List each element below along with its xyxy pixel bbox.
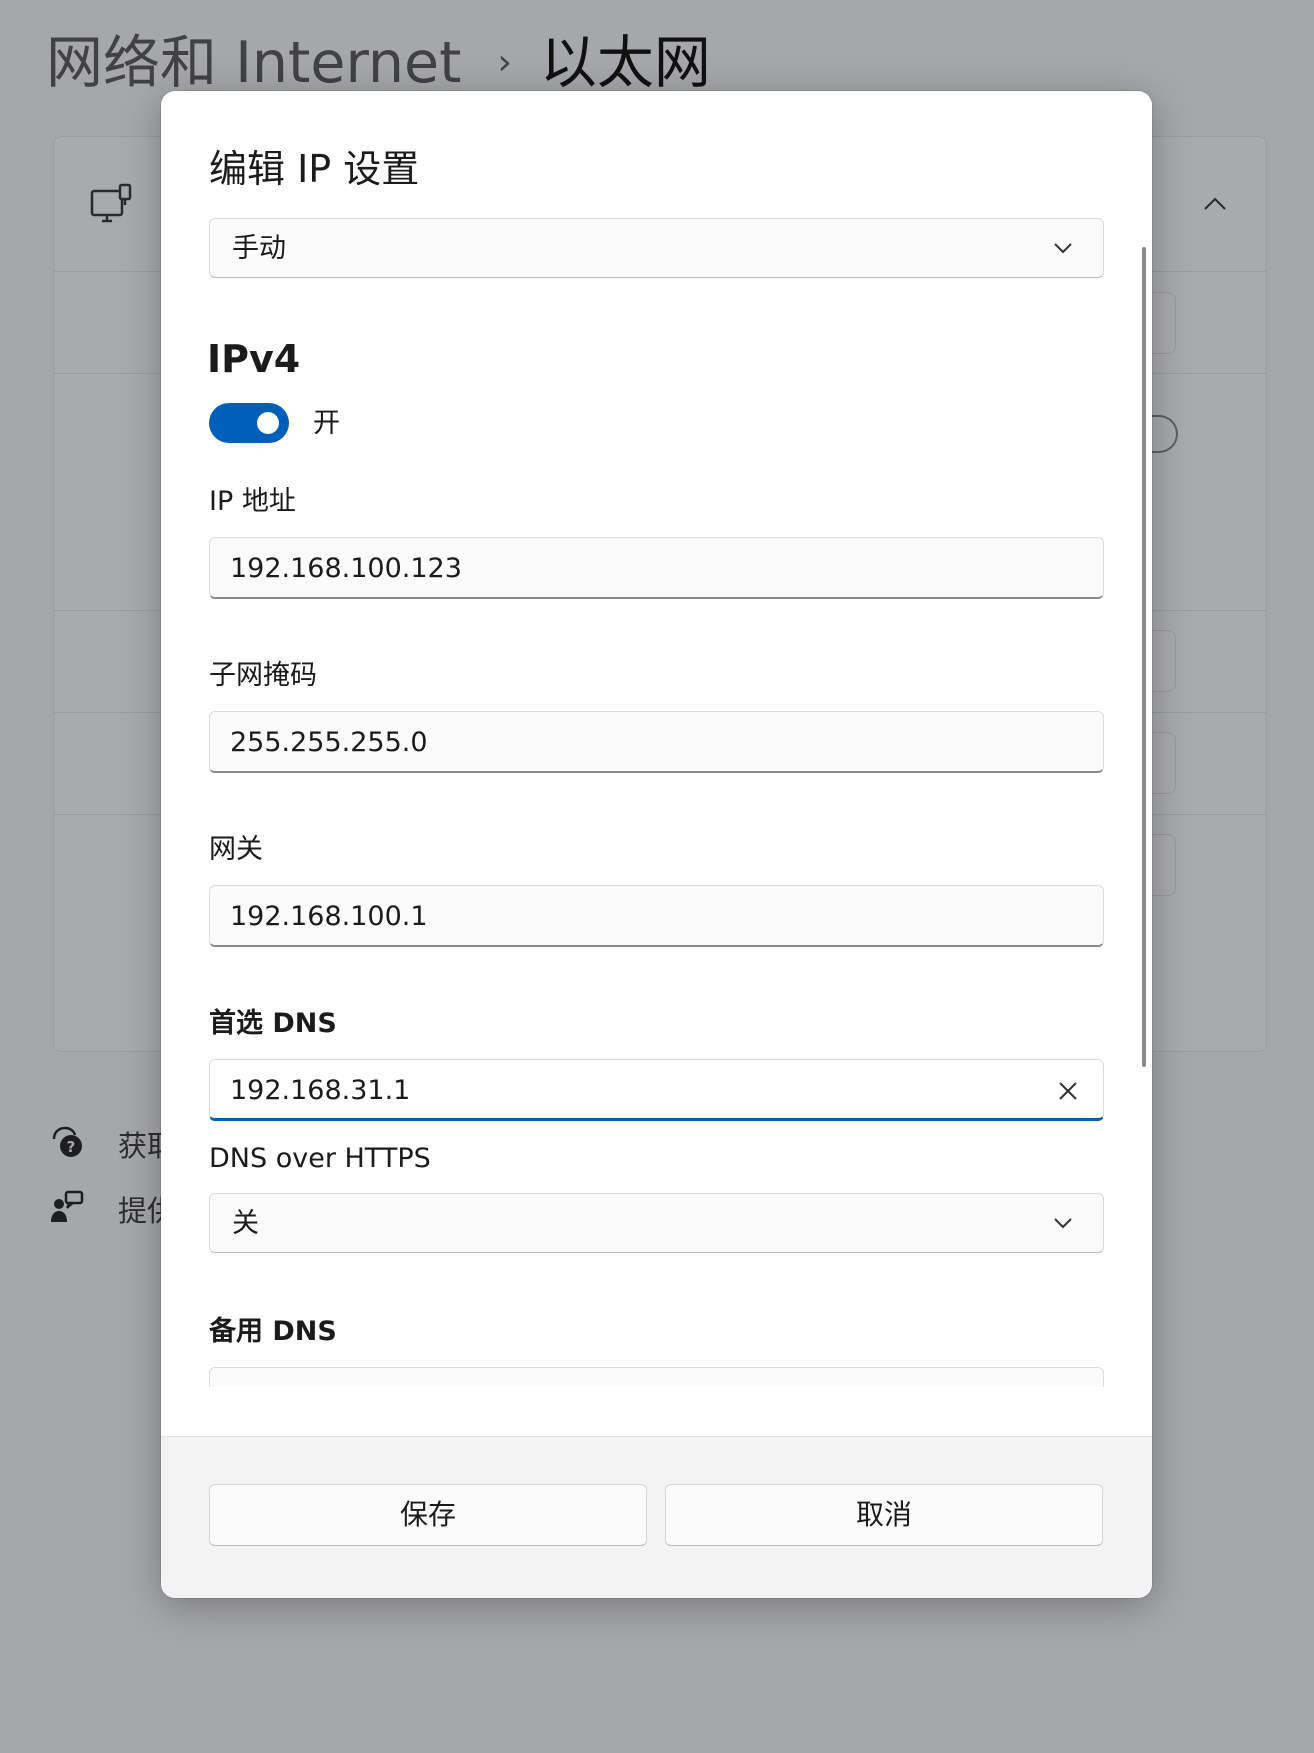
dropdown-value: 关 — [232, 1208, 259, 1239]
gateway-label: 网关 — [209, 834, 263, 865]
chevron-down-icon — [1054, 1218, 1072, 1229]
gateway-value: 192.168.100.1 — [230, 901, 428, 932]
preferred-dns-input[interactable]: 192.168.31.1 — [209, 1059, 1104, 1121]
subnet-mask-value: 255.255.255.0 — [230, 727, 428, 758]
preferred-dns-value: 192.168.31.1 — [230, 1075, 411, 1106]
ipv4-toggle-label: 开 — [313, 408, 340, 439]
preferred-dns-label: 首选 DNS — [209, 1008, 337, 1039]
ethernet-monitor-icon — [90, 183, 132, 223]
dialog-title: 编辑 IP 设置 — [209, 147, 420, 191]
dns-over-https-dropdown[interactable]: 关 — [209, 1193, 1104, 1253]
ipv4-section-title: IPv4 — [207, 337, 301, 381]
gateway-input[interactable]: 192.168.100.1 — [209, 885, 1104, 947]
cancel-button[interactable]: 取消 — [665, 1484, 1103, 1546]
save-button[interactable]: 保存 — [209, 1484, 647, 1546]
breadcrumb-parent[interactable]: 网络和 Internet — [46, 30, 461, 96]
ip-address-input[interactable]: 192.168.100.123 — [209, 537, 1104, 599]
edit-ip-settings-dialog: 编辑 IP 设置 手动 IPv4 开 IP 地址 192.168.100.123… — [161, 91, 1152, 1598]
alternate-dns-input[interactable] — [209, 1367, 1104, 1387]
toggle-knob — [257, 412, 279, 434]
chevron-down-icon — [1054, 243, 1072, 254]
ip-address-label: IP 地址 — [209, 486, 296, 517]
dialog-scrollbar[interactable] — [1142, 247, 1146, 1067]
dropdown-value: 手动 — [232, 233, 286, 264]
page-title: 以太网 — [539, 30, 711, 96]
ipv4-toggle[interactable] — [209, 403, 289, 443]
feedback-person-icon — [51, 1190, 84, 1222]
subnet-mask-input[interactable]: 255.255.255.0 — [209, 711, 1104, 773]
alternate-dns-label: 备用 DNS — [209, 1316, 337, 1347]
subnet-mask-label: 子网掩码 — [209, 660, 317, 691]
dialog-content: 编辑 IP 设置 手动 IPv4 开 IP 地址 192.168.100.123… — [161, 91, 1152, 1387]
breadcrumb-separator: › — [497, 42, 512, 83]
dialog-footer: 保存 取消 — [161, 1436, 1152, 1598]
svg-text:?: ? — [67, 1138, 76, 1156]
help-chat-icon: ? — [52, 1126, 82, 1157]
close-icon[interactable] — [1057, 1080, 1079, 1102]
dns-over-https-label: DNS over HTTPS — [209, 1143, 431, 1174]
ip-assignment-dropdown[interactable]: 手动 — [209, 218, 1104, 278]
chevron-up-icon[interactable] — [1202, 191, 1228, 217]
ip-address-value: 192.168.100.123 — [230, 553, 462, 584]
